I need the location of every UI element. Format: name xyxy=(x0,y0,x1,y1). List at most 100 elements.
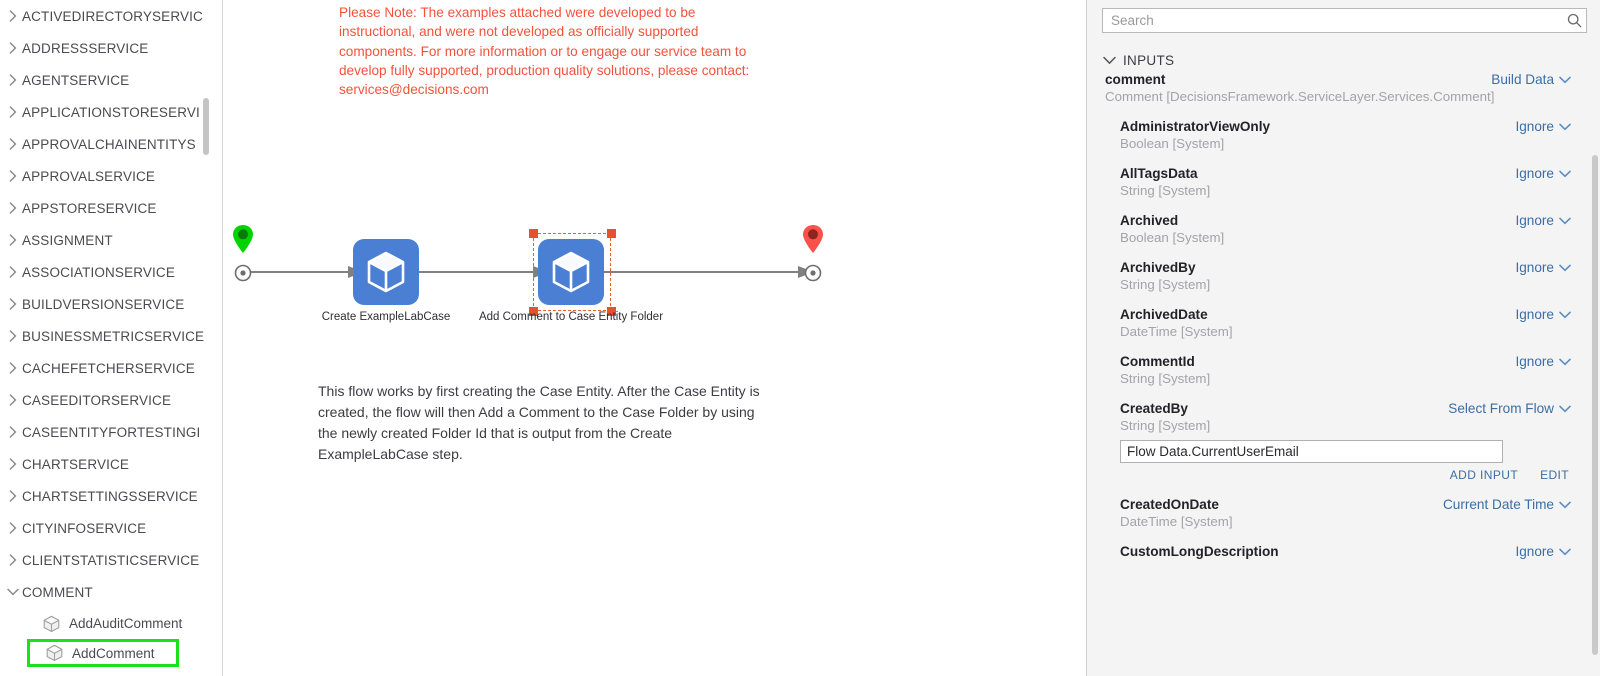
selection-handle-tl[interactable] xyxy=(529,229,538,238)
property-name: CreatedBy xyxy=(1120,401,1188,416)
chevron-down-icon xyxy=(1559,311,1571,319)
chevron-right-icon[interactable] xyxy=(4,426,22,438)
chevron-right-icon[interactable] xyxy=(4,298,22,310)
chevron-right-icon[interactable] xyxy=(4,106,22,118)
property-value-dropdown[interactable]: Ignore xyxy=(1515,166,1571,181)
sidebar-item-label: AGENTSERVICE xyxy=(22,72,130,88)
property-value-dropdown[interactable]: Ignore xyxy=(1515,544,1571,559)
property-value-dropdown[interactable]: Ignore xyxy=(1515,354,1571,369)
chevron-right-icon[interactable] xyxy=(4,266,22,278)
sidebar-item-label: ADDRESSSERVICE xyxy=(22,40,149,56)
cube-icon xyxy=(45,644,65,662)
chevron-down-icon[interactable] xyxy=(4,588,22,596)
chevron-right-icon[interactable] xyxy=(4,522,22,534)
search-icon[interactable] xyxy=(1562,13,1586,28)
sidebar-item-caseeditorservice[interactable]: CASEEDITORSERVICE xyxy=(0,384,222,416)
sidebar-item-approvalchainentitys[interactable]: APPROVALCHAINENTITYS xyxy=(0,128,222,160)
sidebar-leaf-addauditcomment[interactable]: AddAuditComment xyxy=(0,608,222,639)
chevron-right-icon[interactable] xyxy=(4,10,22,22)
property-row-archiveddate: ArchivedDate Ignore DateTime [System] xyxy=(1087,307,1600,339)
property-value-dropdown[interactable]: Ignore xyxy=(1515,213,1571,228)
property-value-dropdown[interactable]: Ignore xyxy=(1515,119,1571,134)
sidebar-item-label: ASSIGNMENT xyxy=(22,232,113,248)
sidebar-item-approvalservice[interactable]: APPROVALSERVICE xyxy=(0,160,222,192)
sidebar-item-label: CLIENTSTATISTICSERVICE xyxy=(22,552,200,568)
property-value-dropdown[interactable]: Build Data xyxy=(1491,72,1571,87)
property-name: AllTagsData xyxy=(1120,166,1198,181)
end-node-icon[interactable] xyxy=(804,264,822,282)
add-input-link[interactable]: ADD INPUT xyxy=(1450,468,1518,482)
flow-step-create-examplelabcase[interactable] xyxy=(353,239,419,305)
property-row-administratorviewonly: AdministratorViewOnly Ignore Boolean [Syst… xyxy=(1087,119,1600,151)
sidebar-item-businessmetricservice[interactable]: BUSINESSMETRICSERVICE xyxy=(0,320,222,352)
sidebar-item-label: ACTIVEDIRECTORYSERVIC xyxy=(22,8,203,24)
sidebar-item-applicationstoreservi[interactable]: APPLICATIONSTORESERVI xyxy=(0,96,222,128)
search-input[interactable] xyxy=(1103,13,1562,28)
property-row-customlongdescription: CustomLongDescription Ignore xyxy=(1087,544,1600,559)
sidebar-item-label: APPROVALCHAINENTITYS xyxy=(22,136,196,152)
property-value-label: Ignore xyxy=(1515,166,1554,181)
properties-panel[interactable]: INPUTS comment Build Data Comment [Decisio… xyxy=(1086,0,1600,676)
cube-icon xyxy=(42,615,62,633)
sidebar-item-cityinfoservice[interactable]: CITYINFOSERVICE xyxy=(0,512,222,544)
sidebar-item-associationservice[interactable]: ASSOCIATIONSERVICE xyxy=(0,256,222,288)
sidebar-item-buildversionservice[interactable]: BUILDVERSIONSERVICE xyxy=(0,288,222,320)
chevron-right-icon[interactable] xyxy=(4,170,22,182)
flow-connectors xyxy=(245,266,814,278)
sidebar-item-comment[interactable]: COMMENT xyxy=(0,576,222,608)
property-value-input[interactable] xyxy=(1120,440,1503,463)
sidebar-item-chartservice[interactable]: CHARTSERVICE xyxy=(0,448,222,480)
flow-diagram[interactable]: Create ExampleLabCase Add Comment to Cas… xyxy=(223,220,1083,350)
property-name: ArchivedBy xyxy=(1120,260,1196,275)
sidebar-item-addressservice[interactable]: ADDRESSSERVICE xyxy=(0,32,222,64)
property-actions: ADD INPUT EDIT xyxy=(1120,468,1571,482)
chevron-right-icon[interactable] xyxy=(4,330,22,342)
selection-handle-tr[interactable] xyxy=(607,229,616,238)
property-value-dropdown[interactable]: Ignore xyxy=(1515,307,1571,322)
property-type: Comment [DecisionsFramework.ServiceLayer… xyxy=(1105,89,1495,104)
property-value-dropdown[interactable]: Current Date Time xyxy=(1443,497,1571,512)
chevron-right-icon[interactable] xyxy=(4,458,22,470)
end-pin-icon xyxy=(803,225,823,253)
chevron-right-icon[interactable] xyxy=(4,138,22,150)
search-box[interactable] xyxy=(1102,8,1587,33)
flow-step-add-comment-to-case-entity-folder[interactable] xyxy=(538,239,604,305)
property-value-dropdown[interactable]: Ignore xyxy=(1515,260,1571,275)
sidebar-item-label: CASEEDITORSERVICE xyxy=(22,392,172,408)
service-tree-sidebar[interactable]: ACTIVEDIRECTORYSERVIC ADDRESSSERVICE AGENT… xyxy=(0,0,223,676)
property-row-commentid: CommentId Ignore String [System] xyxy=(1087,354,1600,386)
chevron-right-icon[interactable] xyxy=(4,554,22,566)
start-node-icon[interactable] xyxy=(234,264,252,282)
sidebar-leaf-addcomment[interactable]: AddComment xyxy=(27,639,179,667)
chevron-down-icon xyxy=(1559,123,1571,131)
sidebar-item-caseentityfortestingi[interactable]: CASEENTITYFORTESTINGI xyxy=(0,416,222,448)
flow-canvas[interactable]: Please Note: The examples attached were … xyxy=(223,0,1086,676)
chevron-down-icon xyxy=(1103,56,1116,65)
chevron-right-icon[interactable] xyxy=(4,362,22,374)
property-value-dropdown[interactable]: Select From Flow xyxy=(1448,401,1571,416)
panel-scrollbar-thumb[interactable] xyxy=(1592,155,1598,655)
flow-step-label-0: Create ExampleLabCase xyxy=(321,311,451,323)
sidebar-item-assignment[interactable]: ASSIGNMENT xyxy=(0,224,222,256)
chevron-right-icon[interactable] xyxy=(4,234,22,246)
chevron-right-icon[interactable] xyxy=(4,202,22,214)
chevron-right-icon[interactable] xyxy=(4,42,22,54)
sidebar-item-label: CHARTSERVICE xyxy=(22,456,130,472)
chevron-right-icon[interactable] xyxy=(4,490,22,502)
sidebar-item-chartsettingsservice[interactable]: CHARTSETTINGSSERVICE xyxy=(0,480,222,512)
edit-link[interactable]: EDIT xyxy=(1540,468,1569,482)
sidebar-scrollbar-thumb[interactable] xyxy=(203,98,209,155)
cube-icon xyxy=(367,251,405,293)
sidebar-item-clientstatisticservice[interactable]: CLIENTSTATISTICSERVICE xyxy=(0,544,222,576)
property-value-label: Ignore xyxy=(1515,119,1554,134)
property-name: comment xyxy=(1105,72,1166,87)
sidebar-item-appstoreservice[interactable]: APPSTORESERVICE xyxy=(0,192,222,224)
sidebar-item-label: APPROVALSERVICE xyxy=(22,168,156,184)
chevron-right-icon[interactable] xyxy=(4,74,22,86)
property-value-label: Ignore xyxy=(1515,544,1554,559)
sidebar-item-cachefetcherservice[interactable]: CACHEFETCHERSERVICE xyxy=(0,352,222,384)
sidebar-item-activedirectoryservic[interactable]: ACTIVEDIRECTORYSERVIC xyxy=(0,0,222,32)
sidebar-item-agentservice[interactable]: AGENTSERVICE xyxy=(0,64,222,96)
chevron-right-icon[interactable] xyxy=(4,394,22,406)
section-header-inputs[interactable]: INPUTS xyxy=(1103,50,1174,70)
